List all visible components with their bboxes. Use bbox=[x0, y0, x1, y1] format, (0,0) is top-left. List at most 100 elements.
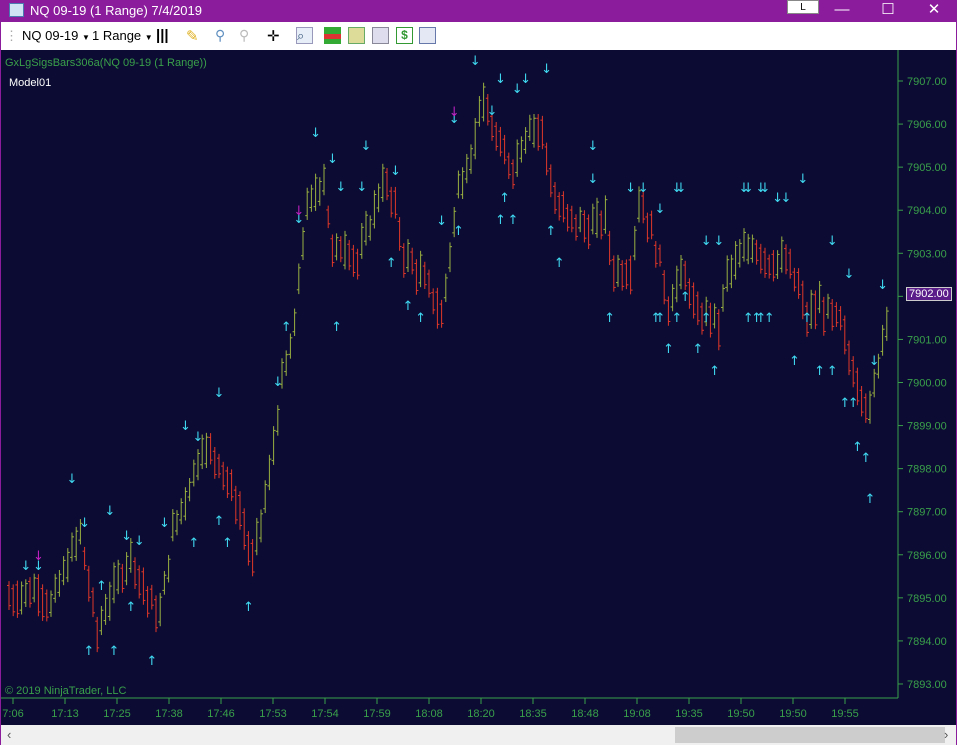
sell-arrow-icon: ↓ bbox=[193, 430, 204, 445]
sell-arrow-icon: ↓ bbox=[310, 126, 321, 141]
chart-toolbar: ⋮ NQ 09-19 ▼ 1 Range ▼ ||| ✎ ⚲ ⚲ ✛ ⌕ $ bbox=[1, 22, 956, 50]
y-tick-label: 7899.00 bbox=[907, 421, 947, 433]
sell-arrow-icon: ↓ bbox=[827, 234, 838, 249]
buy-arrow-icon: ↑ bbox=[764, 311, 775, 326]
buy-arrow-icon: ↑ bbox=[692, 342, 703, 357]
sell-arrow-icon: ↓ bbox=[470, 54, 481, 69]
zoom-out-icon[interactable]: ⚲ bbox=[239, 27, 256, 44]
y-tick-label: 7907.00 bbox=[907, 76, 947, 88]
sell-arrow-icon: ↓ bbox=[361, 139, 372, 154]
y-tick-label: 7898.00 bbox=[907, 464, 947, 476]
buy-arrow-icon: ↑ bbox=[663, 342, 674, 357]
buy-arrow-icon: ↑ bbox=[222, 536, 233, 551]
toolbar-grip: ⋮ bbox=[5, 28, 18, 43]
buy-arrow-icon: ↑ bbox=[848, 396, 859, 411]
y-tick-label: 7894.00 bbox=[907, 636, 947, 648]
scrollbar-thumb[interactable] bbox=[675, 727, 945, 743]
close-button[interactable]: ✕ bbox=[911, 0, 957, 22]
x-tick-label: 18:20 bbox=[467, 708, 495, 720]
x-tick-label: 7:06 bbox=[2, 708, 23, 720]
sell-arrow-icon: ↓ bbox=[520, 72, 531, 87]
sell-arrow-icon: ↓ bbox=[67, 472, 78, 487]
horizontal-scrollbar[interactable]: ‹ › bbox=[1, 725, 956, 745]
buy-arrow-icon: ↑ bbox=[188, 536, 199, 551]
app-chart-icon bbox=[9, 3, 24, 17]
indicators-icon[interactable] bbox=[348, 27, 365, 44]
chevron-down-icon: ▼ bbox=[144, 33, 153, 42]
y-tick-label: 7905.00 bbox=[907, 162, 947, 174]
scroll-left-icon[interactable]: ‹ bbox=[7, 727, 11, 742]
x-tick-label: 19:50 bbox=[779, 708, 807, 720]
x-tick-label: 19:50 bbox=[727, 708, 755, 720]
sell-arrow-icon: ↓ bbox=[327, 152, 338, 167]
copyright-label: © 2019 NinjaTrader, LLC bbox=[5, 685, 127, 697]
x-tick-label: 17:53 bbox=[259, 708, 287, 720]
maximize-button[interactable]: ☐ bbox=[865, 0, 911, 22]
chart-properties-icon[interactable] bbox=[372, 27, 389, 44]
buy-arrow-icon: ↑ bbox=[146, 654, 157, 669]
sell-arrow-icon: ↓ bbox=[587, 172, 598, 187]
sell-arrow-icon: ↓ bbox=[638, 181, 649, 196]
sell-arrow-icon: ↓ bbox=[121, 529, 132, 544]
interval-label: 1 Range bbox=[92, 28, 142, 43]
scroll-right-icon[interactable]: › bbox=[944, 727, 948, 742]
zoom-in-icon[interactable]: ⚲ bbox=[215, 27, 232, 44]
sell-arrow-icon: ↓ bbox=[104, 504, 115, 519]
y-tick-label: 7904.00 bbox=[907, 205, 947, 217]
interval-selector[interactable]: 1 Range ▼ bbox=[92, 28, 153, 44]
buy-arrow-icon: ↑ bbox=[386, 256, 397, 271]
dollar-icon[interactable]: $ bbox=[396, 27, 413, 44]
strategies-icon[interactable] bbox=[324, 27, 341, 44]
minimize-button[interactable]: — bbox=[819, 0, 865, 22]
data-box-icon[interactable] bbox=[419, 27, 436, 44]
buy-arrow-icon: ↑ bbox=[243, 600, 254, 615]
buy-arrow-icon: ↑ bbox=[403, 299, 414, 314]
y-tick-label: 7896.00 bbox=[907, 550, 947, 562]
x-tick-label: 17:54 bbox=[311, 708, 339, 720]
buy-arrow-icon: ↑ bbox=[671, 311, 682, 326]
buy-arrow-icon: ↑ bbox=[499, 191, 510, 206]
sell-arrow-icon: ↓ bbox=[844, 267, 855, 282]
bar-style-icon[interactable]: ||| bbox=[156, 27, 173, 44]
sell-arrow-icon: ↓ bbox=[335, 180, 346, 195]
sell-arrow-icon: ↓ bbox=[655, 202, 666, 217]
crosshair-icon[interactable]: ✛ bbox=[267, 27, 284, 45]
buy-arrow-icon: ↑ bbox=[415, 311, 426, 326]
buy-arrow-icon: ↑ bbox=[495, 213, 506, 228]
price-chart[interactable]: 7893.00 7894.00 7895.00 7896.00 7897.00 7898.… bbox=[1, 50, 956, 725]
sell-arrow-icon: ↓ bbox=[390, 164, 401, 179]
sell-arrow-icon: ↓ bbox=[449, 105, 460, 120]
sell-arrow-icon: ↓ bbox=[701, 234, 712, 249]
chart-panel[interactable]: 7893.00 7894.00 7895.00 7896.00 7897.00 7898.… bbox=[1, 50, 956, 725]
x-tick-label: 17:25 bbox=[103, 708, 131, 720]
y-tick-label: 7903.00 bbox=[907, 248, 947, 260]
sell-arrow-icon: ↓ bbox=[33, 549, 44, 564]
sell-arrow-icon: ↓ bbox=[587, 139, 598, 154]
indicator-label: GxLgSigsBars306a(NQ 09-19 (1 Range)) bbox=[5, 57, 207, 69]
buy-arrow-icon: ↑ bbox=[281, 320, 292, 335]
sell-arrow-icon: ↓ bbox=[79, 516, 90, 531]
pencil-draw-icon[interactable]: ✎ bbox=[186, 27, 203, 45]
y-tick-label: 7897.00 bbox=[907, 507, 947, 519]
instrument-selector[interactable]: NQ 09-19 ▼ bbox=[22, 28, 90, 44]
y-tick-label: 7906.00 bbox=[907, 119, 947, 131]
x-tick-label: 18:35 bbox=[519, 708, 547, 720]
buy-arrow-icon: ↑ bbox=[554, 256, 565, 271]
sell-arrow-icon: ↓ bbox=[293, 204, 304, 219]
y-tick-label: 7901.00 bbox=[907, 334, 947, 346]
instrument-label: NQ 09-19 bbox=[22, 28, 79, 43]
sell-arrow-icon: ↓ bbox=[487, 104, 498, 119]
sell-arrow-icon: ↓ bbox=[180, 419, 191, 434]
link-button[interactable]: L bbox=[787, 0, 819, 14]
x-tick-label: 19:35 bbox=[675, 708, 703, 720]
model-label: Model01 bbox=[9, 77, 52, 89]
search-icon[interactable]: ⌕ bbox=[296, 27, 313, 44]
sell-arrow-icon: ↓ bbox=[20, 559, 31, 574]
buy-arrow-icon: ↑ bbox=[802, 311, 813, 326]
y-tick-label: 7900.00 bbox=[907, 377, 947, 389]
x-tick-label: 17:38 bbox=[155, 708, 183, 720]
buy-arrow-icon: ↑ bbox=[680, 290, 691, 305]
current-price-tag: 7902.00 bbox=[906, 287, 952, 301]
buy-arrow-icon: ↑ bbox=[789, 354, 800, 369]
sell-arrow-icon: ↓ bbox=[159, 516, 170, 531]
